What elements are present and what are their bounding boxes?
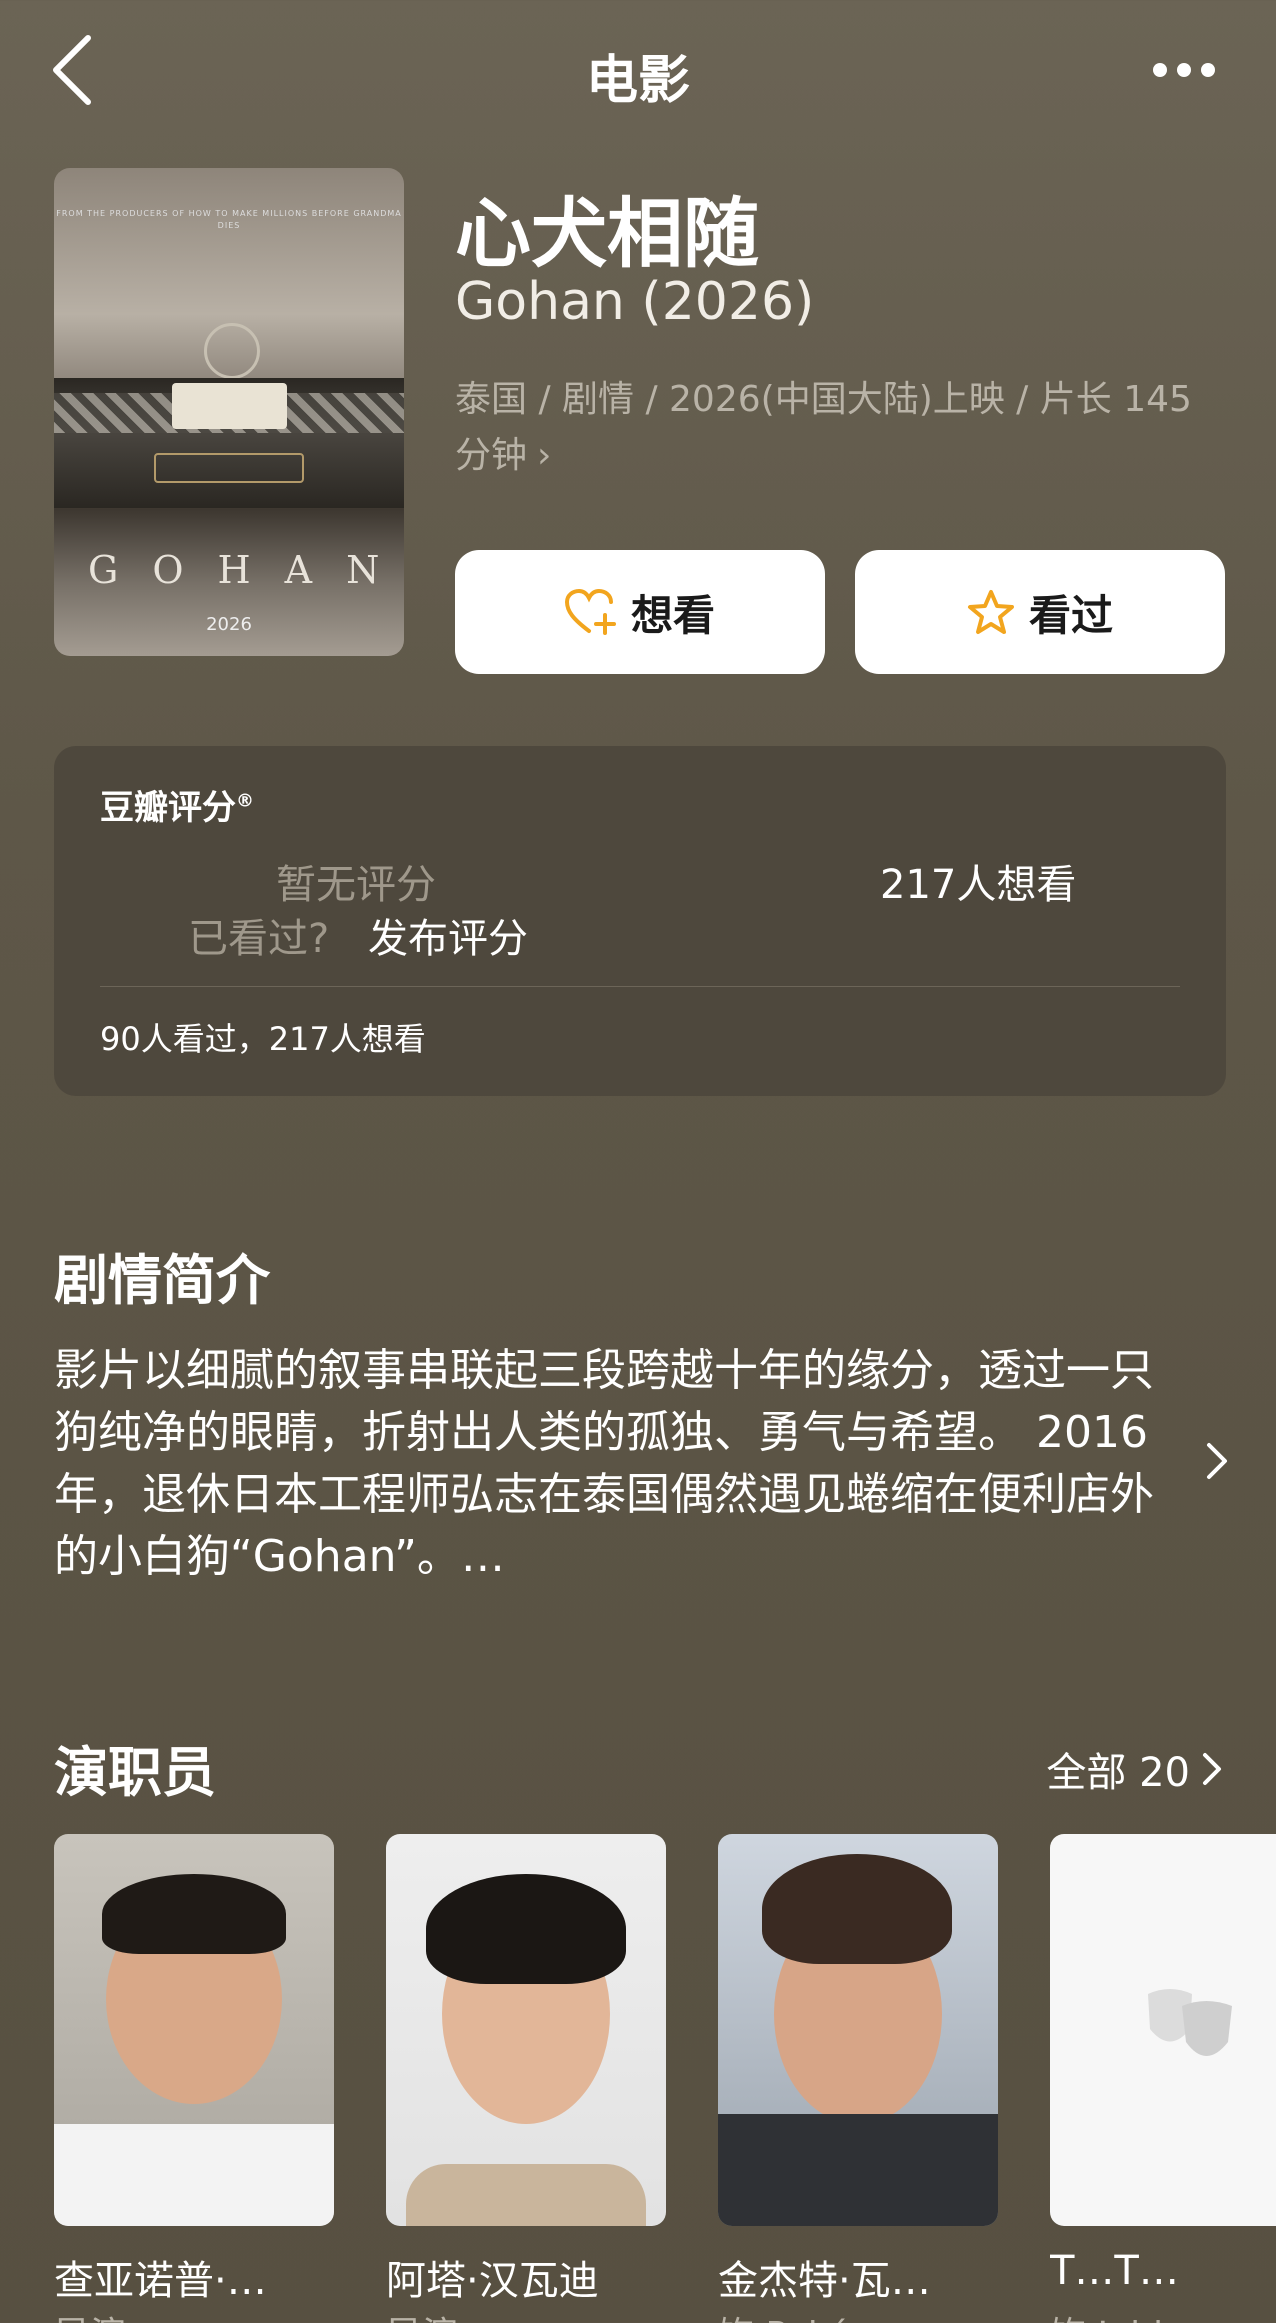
no-rating-text: 暂无评分 [276,862,436,908]
registered-mark: ® [236,790,254,812]
star-icon [967,590,1014,634]
want-to-watch-button[interactable]: 想看 [455,550,825,674]
chevron-right-icon [1207,1443,1227,1479]
rating-title: 豆瓣评分® [100,788,254,828]
cast-all-link[interactable]: 全部 20 [1046,1740,1222,1798]
movie-title-cn: 心犬相随 [455,189,759,278]
synopsis-text[interactable]: 影片以细腻的叙事串联起三段跨越十年的缘分，透过一只狗纯净的眼睛，折射出人类的孤独… [54,1340,1194,1588]
publish-rating-link[interactable]: 发布评分 [368,906,528,964]
rating-card[interactable]: 豆瓣评分® 暂无评分 已看过? 发布评分 217人想看 90人看过，217人想看 [54,746,1226,1096]
watched-button[interactable]: 看过 [855,550,1225,674]
want-label: 想看 [630,590,715,640]
synopsis-heading: 剧情简介 [54,1249,270,1312]
chevron-right-icon: › [537,435,552,476]
poster-name-tag [172,383,287,429]
movie-meta-text: 泰国 / 剧情 / 2026(中国大陆)上映 / 片长 145分钟 [455,379,1192,476]
poster-plate [154,453,304,483]
movie-poster[interactable]: FROM THE PRODUCERS OF HOW TO MAKE MILLIO… [54,168,404,656]
heart-plus-icon [564,589,616,635]
cast-name[interactable]: T…T… [1050,2248,1250,2294]
cast-card[interactable] [386,1834,666,2226]
movie-title-en: Gohan (2026) [455,272,815,332]
more-dots-icon [1153,63,1167,77]
theater-masks-icon [1148,1989,1232,2056]
cast-role: 导演 [54,2306,126,2323]
seen-label: 看过 [1028,590,1113,640]
cast-name[interactable]: 查亚诺普·… [54,2248,354,2306]
cast-role: 饰 Jaidee [1050,2306,1250,2323]
movie-meta[interactable]: 泰国 / 剧情 / 2026(中国大陆)上映 / 片长 145分钟 › [455,372,1215,484]
synopsis-expand-button[interactable] [1206,1442,1228,1484]
page-title: 电影 [585,51,690,111]
cast-role: 饰 Poké [718,2306,850,2323]
poster-credits: FROM THE PRODUCERS OF HOW TO MAKE MILLIO… [56,209,402,230]
divider [100,986,1180,987]
top-bar: 电影 [0,0,1276,140]
want-count: 217人想看 [880,862,1077,908]
cast-name[interactable]: 阿塔·汉瓦迪 [386,2248,686,2306]
cast-heading: 演职员 [54,1741,216,1804]
rating-summary[interactable]: 90人看过，217人想看 [100,1014,426,1060]
cast-all-label: 全部 20 [1046,1750,1190,1796]
cast-card[interactable] [718,1834,998,2226]
seen-question: 已看过? [188,916,330,962]
more-button[interactable] [1144,50,1224,90]
cast-name[interactable]: 金杰特·瓦… [718,2248,1018,2306]
poster-year: 2026 [206,614,252,635]
cast-card[interactable] [54,1834,334,2226]
cast-role: 导演 [386,2306,458,2323]
cast-card-placeholder[interactable] [1050,1834,1276,2226]
chevron-right-icon [1203,1753,1221,1785]
poster-title: GOHAN [88,548,404,592]
